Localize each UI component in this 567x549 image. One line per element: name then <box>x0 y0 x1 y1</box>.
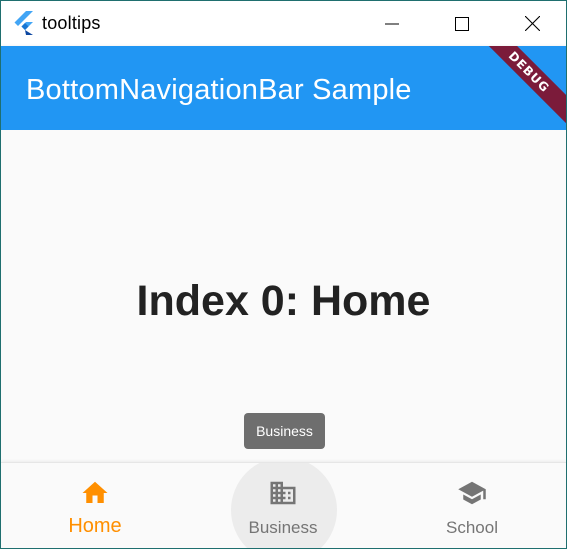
window-title: tooltips <box>42 13 101 33</box>
maximize-icon <box>455 16 469 31</box>
minimize-icon <box>385 23 399 24</box>
page-body: Index 0: Home Business <box>1 130 566 462</box>
school-icon <box>458 481 486 505</box>
tooltip-text: Business <box>256 423 313 439</box>
flutter-logo-icon <box>14 11 33 35</box>
app-bar: BottomNavigationBar Sample DEBUG <box>1 46 566 130</box>
window-titlebar[interactable]: tooltips <box>1 1 566 46</box>
app-window: tooltips BottomNavigationBar Sample DEBU… <box>0 0 567 549</box>
debug-banner-label: DEBUG <box>468 46 566 130</box>
close-icon <box>524 16 540 31</box>
nav-item-business[interactable]: Business <box>189 463 377 548</box>
business-icon <box>270 481 296 505</box>
home-icon <box>82 481 108 503</box>
nav-item-school-label: School <box>446 518 498 537</box>
business-tooltip: Business <box>244 413 325 449</box>
nav-item-school[interactable]: School <box>378 463 566 548</box>
nav-item-business-label: Business <box>248 518 318 537</box>
close-button[interactable] <box>497 1 566 46</box>
minimize-button[interactable] <box>357 1 427 46</box>
nav-item-home-label: Home <box>68 515 122 537</box>
selected-index-text: Index 0: Home <box>136 277 431 325</box>
bottom-navigation-bar: Home Business School <box>1 462 566 548</box>
maximize-button[interactable] <box>427 1 497 46</box>
nav-item-home[interactable]: Home <box>1 463 189 548</box>
app-bar-title: BottomNavigationBar Sample <box>26 74 412 106</box>
